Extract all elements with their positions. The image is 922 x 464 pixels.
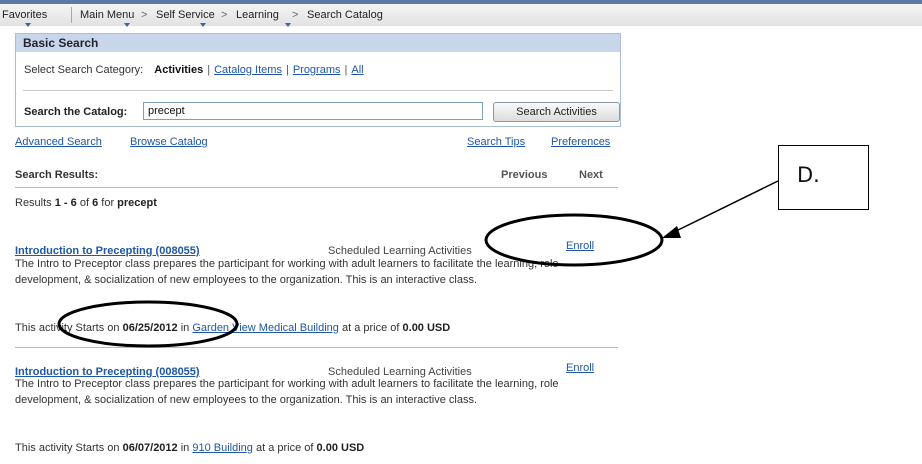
annotation-overlay [57,180,779,348]
date-highlight-ellipse [57,300,239,348]
annotation-arrow-head [662,226,681,238]
annotation-arrow-line [671,180,779,234]
enroll-highlight-ellipse [484,213,664,267]
annotation-label-box: D. [778,145,869,210]
